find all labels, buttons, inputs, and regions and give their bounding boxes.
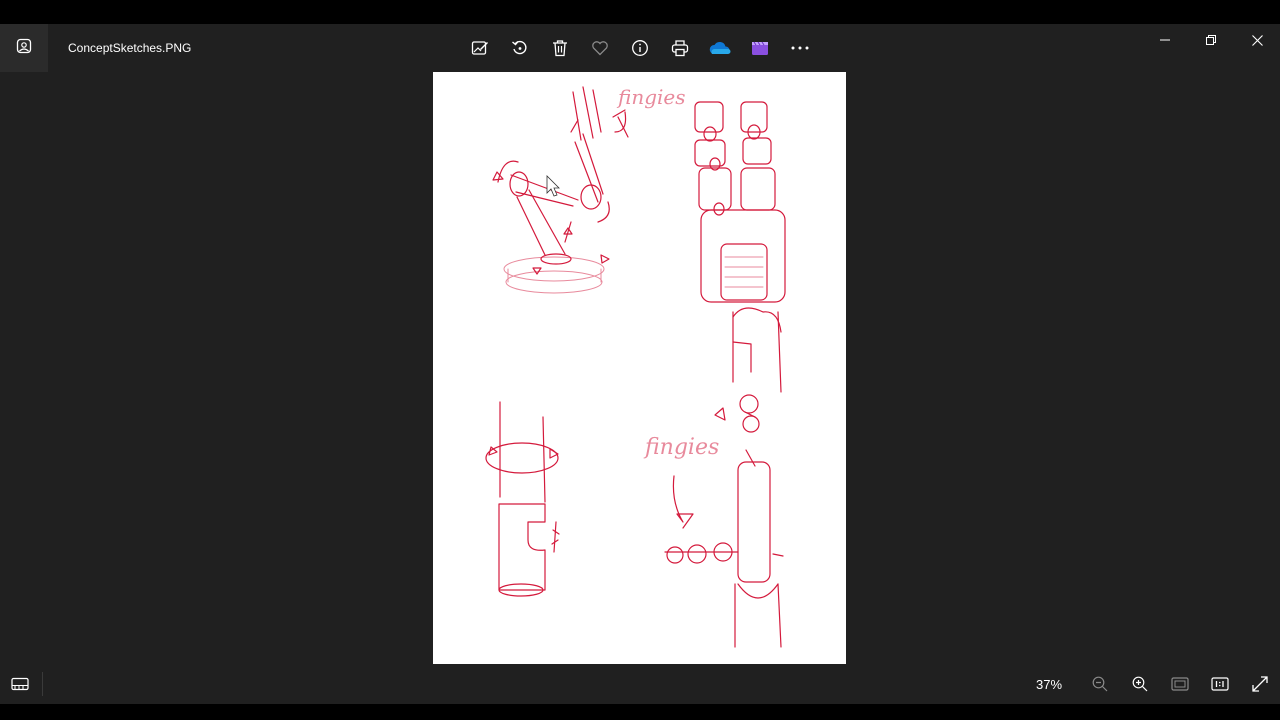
filmstrip-toggle-button[interactable] — [0, 664, 40, 704]
actual-size-button[interactable] — [1200, 664, 1240, 704]
image-toolbar — [460, 28, 820, 68]
full-screen-button[interactable] — [1240, 664, 1280, 704]
file-name: ConceptSketches.PNG — [68, 41, 192, 55]
actual-size-icon — [1211, 677, 1229, 691]
video-editor-button[interactable] — [740, 28, 780, 68]
rotate-icon — [512, 40, 527, 55]
image-canvas[interactable]: fingies fingies — [0, 72, 1280, 664]
filmstrip-icon — [11, 677, 29, 691]
annotation-fingies-bottom: fingies — [643, 435, 719, 460]
restore-button[interactable] — [1188, 24, 1234, 56]
gripper-column-sketch — [694, 101, 786, 393]
onedrive-button[interactable] — [700, 28, 740, 68]
zoom-level[interactable]: 37% — [1024, 677, 1074, 692]
close-icon — [1251, 34, 1263, 46]
photos-app-icon — [16, 38, 32, 59]
delete-icon — [553, 40, 567, 57]
rotate-button[interactable] — [500, 28, 540, 68]
more-options-icon — [791, 46, 809, 50]
full-screen-icon — [1252, 676, 1268, 692]
wrist-sketch — [485, 401, 560, 597]
print-icon — [671, 40, 689, 57]
close-button[interactable] — [1234, 24, 1280, 56]
print-button[interactable] — [660, 28, 700, 68]
edit-image-icon — [471, 41, 488, 55]
photos-app-window: ConceptSketches.PNG fingies fingies 37% — [0, 24, 1280, 704]
favorite-heart-icon — [592, 41, 608, 56]
zoom-controls: 37% — [1024, 664, 1280, 704]
edit-image-button[interactable] — [460, 28, 500, 68]
file-info-icon — [632, 40, 648, 56]
fit-to-window-button[interactable] — [1160, 664, 1200, 704]
robot-arm-sketch — [492, 86, 629, 294]
file-info-button[interactable] — [620, 28, 660, 68]
bottom-bar: 37% — [0, 664, 1280, 704]
more-options-button[interactable] — [780, 28, 820, 68]
bottom-bar-divider — [42, 672, 43, 696]
concept-sketch-image: fingies fingies — [433, 72, 846, 664]
zoom-in-button[interactable] — [1120, 664, 1160, 704]
annotation-fingies-top: fingies — [616, 85, 686, 109]
fit-to-window-icon — [1171, 677, 1189, 691]
zoom-in-icon — [1132, 676, 1148, 692]
photos-app-button[interactable] — [0, 24, 48, 72]
mouse-cursor — [546, 175, 560, 197]
onedrive-cloud-icon — [709, 42, 731, 54]
minimize-icon — [1160, 39, 1170, 41]
restore-icon — [1206, 35, 1216, 45]
window-controls — [1142, 24, 1280, 56]
zoom-out-icon — [1092, 676, 1108, 692]
minimize-button[interactable] — [1142, 24, 1188, 56]
delete-button[interactable] — [540, 28, 580, 68]
zoom-out-button[interactable] — [1080, 664, 1120, 704]
title-bar: ConceptSketches.PNG — [0, 24, 1280, 72]
sketch-drawing: fingies fingies — [485, 85, 786, 648]
video-editor-icon — [752, 41, 768, 55]
favorite-button[interactable] — [580, 28, 620, 68]
